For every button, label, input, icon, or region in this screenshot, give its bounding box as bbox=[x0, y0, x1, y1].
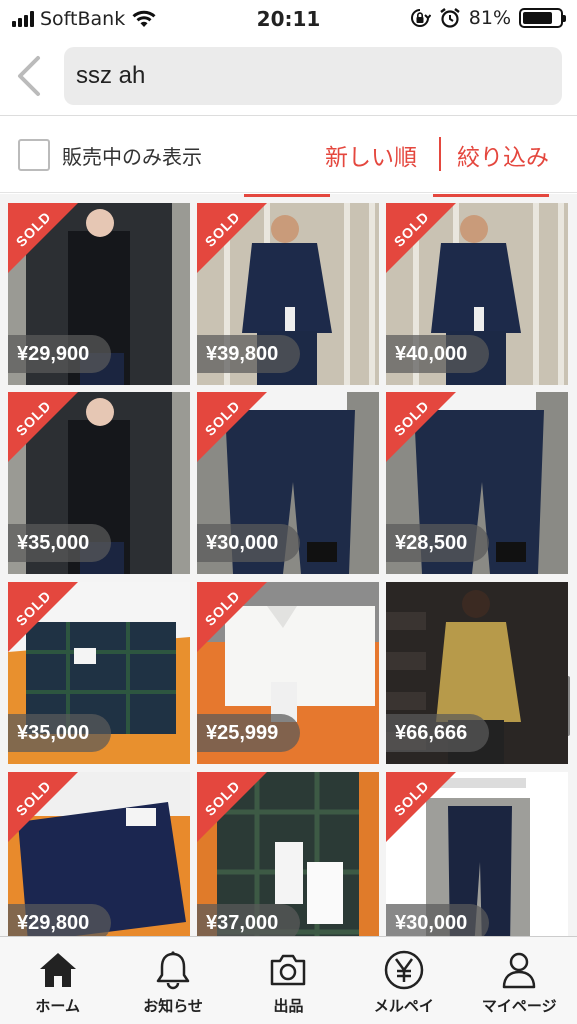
battery-level bbox=[523, 12, 553, 24]
on-sale-only-label[interactable]: 販売中のみ表示 bbox=[62, 141, 202, 170]
product-card[interactable]: SOLD ¥35,000 bbox=[8, 582, 190, 764]
tab-mypage-label: マイページ bbox=[481, 997, 557, 1015]
product-card[interactable]: ¥66,666 bbox=[386, 582, 568, 764]
product-card[interactable]: SOLD ¥25,999 bbox=[197, 582, 379, 764]
product-card[interactable]: SOLD ¥39,800 bbox=[197, 203, 379, 385]
alarm-icon bbox=[440, 8, 460, 28]
product-card[interactable]: SOLD ¥37,000 bbox=[197, 772, 379, 936]
search-query-text: ssz ah bbox=[76, 62, 146, 89]
filter-button[interactable]: 絞り込み bbox=[457, 138, 549, 172]
tab-home[interactable]: ホーム bbox=[0, 937, 115, 1024]
search-input[interactable]: ssz ah bbox=[64, 47, 562, 105]
person-icon bbox=[503, 952, 536, 989]
product-card[interactable]: SOLD ¥35,000 bbox=[8, 392, 190, 574]
tab-mypage[interactable]: マイページ bbox=[462, 937, 577, 1024]
camera-icon bbox=[271, 954, 306, 986]
price-tag: ¥40,000 bbox=[386, 335, 490, 373]
rotation-lock-icon bbox=[410, 9, 431, 27]
home-icon bbox=[39, 953, 76, 987]
tab-home-label: ホーム bbox=[35, 997, 80, 1015]
tab-sell[interactable]: 出品 bbox=[231, 937, 346, 1024]
product-card[interactable]: SOLD ¥29,800 bbox=[8, 772, 190, 936]
price-tag: ¥28,500 bbox=[386, 524, 490, 562]
price-tag: ¥29,800 bbox=[8, 904, 112, 936]
product-card[interactable]: SOLD ¥30,000 bbox=[386, 772, 568, 936]
price-tag: ¥30,000 bbox=[386, 904, 490, 936]
tab-notifications[interactable]: お知らせ bbox=[115, 937, 230, 1024]
product-card[interactable]: SOLD ¥29,900 bbox=[8, 203, 190, 385]
tab-bar: ホーム お知らせ 出品 メルペイ マイページ bbox=[0, 936, 577, 1024]
search-header: ssz ah bbox=[0, 38, 577, 116]
bell-icon bbox=[156, 951, 190, 990]
tab-sell-label: 出品 bbox=[273, 997, 304, 1015]
tab-merpay[interactable]: メルペイ bbox=[346, 937, 461, 1024]
results-grid: SOLD ¥29,900 SOLD ¥39,800 SOLD ¥40,000 SOLD ¥35… bbox=[0, 194, 577, 936]
yen-icon bbox=[384, 950, 424, 990]
product-card[interactable]: SOLD ¥30,000 bbox=[197, 392, 379, 574]
price-tag: ¥35,000 bbox=[8, 714, 112, 752]
price-tag: ¥29,900 bbox=[8, 335, 112, 373]
tab-merpay-label: メルペイ bbox=[373, 997, 434, 1015]
on-sale-only-checkbox[interactable] bbox=[18, 139, 50, 171]
price-tag: ¥39,800 bbox=[197, 335, 301, 373]
battery-icon bbox=[519, 8, 566, 28]
back-chevron-icon[interactable] bbox=[12, 54, 48, 98]
price-tag: ¥30,000 bbox=[197, 524, 301, 562]
status-bar: SoftBank 20:11 81% bbox=[0, 0, 577, 38]
sort-button[interactable]: 新しい順 bbox=[325, 138, 417, 172]
product-card[interactable]: SOLD ¥28,500 bbox=[386, 392, 568, 574]
tab-notifications-label: お知らせ bbox=[143, 997, 203, 1015]
price-tag: ¥66,666 bbox=[386, 714, 490, 752]
price-tag: ¥37,000 bbox=[197, 904, 301, 936]
product-card[interactable]: SOLD ¥40,000 bbox=[386, 203, 568, 385]
battery-percent: 81% bbox=[468, 7, 511, 29]
price-tag: ¥25,999 bbox=[197, 714, 301, 752]
system-indicators: 81% bbox=[409, 7, 566, 29]
price-tag: ¥35,000 bbox=[8, 524, 112, 562]
grid-top-strip bbox=[244, 194, 330, 197]
divider bbox=[439, 137, 441, 171]
filter-bar: 販売中のみ表示 新しい順 絞り込み bbox=[0, 117, 577, 193]
grid-top-strip bbox=[433, 194, 549, 197]
